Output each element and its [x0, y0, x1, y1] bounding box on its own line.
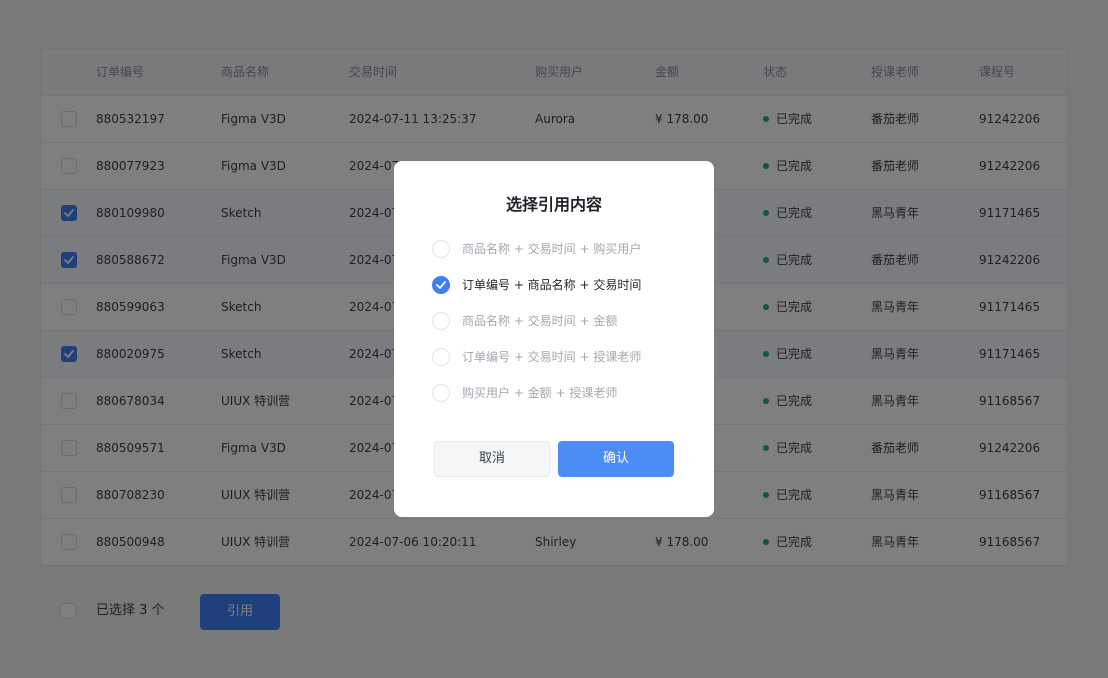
option-radio[interactable] [432, 240, 450, 258]
check-icon [436, 281, 446, 289]
option-label: 订单编号 + 商品名称 + 交易时间 [462, 278, 642, 292]
option-label: 商品名称 + 交易时间 + 购买用户 [462, 242, 642, 256]
confirm-button[interactable]: 确认 [558, 441, 674, 477]
option-radio[interactable] [432, 276, 450, 294]
option-radio[interactable] [432, 312, 450, 330]
select-cite-content-dialog: 选择引用内容 商品名称 + 交易时间 + 购买用户 订单编号 + 商品名称 + 交… [394, 161, 714, 517]
option-radio[interactable] [432, 348, 450, 366]
option-label: 商品名称 + 交易时间 + 金额 [462, 314, 618, 328]
option-label: 订单编号 + 交易时间 + 授课老师 [462, 350, 642, 364]
option-radio[interactable] [432, 384, 450, 402]
option-label: 购买用户 + 金额 + 授课老师 [462, 386, 618, 400]
cancel-button[interactable]: 取消 [434, 441, 550, 477]
dialog-title: 选择引用内容 [505, 195, 602, 214]
